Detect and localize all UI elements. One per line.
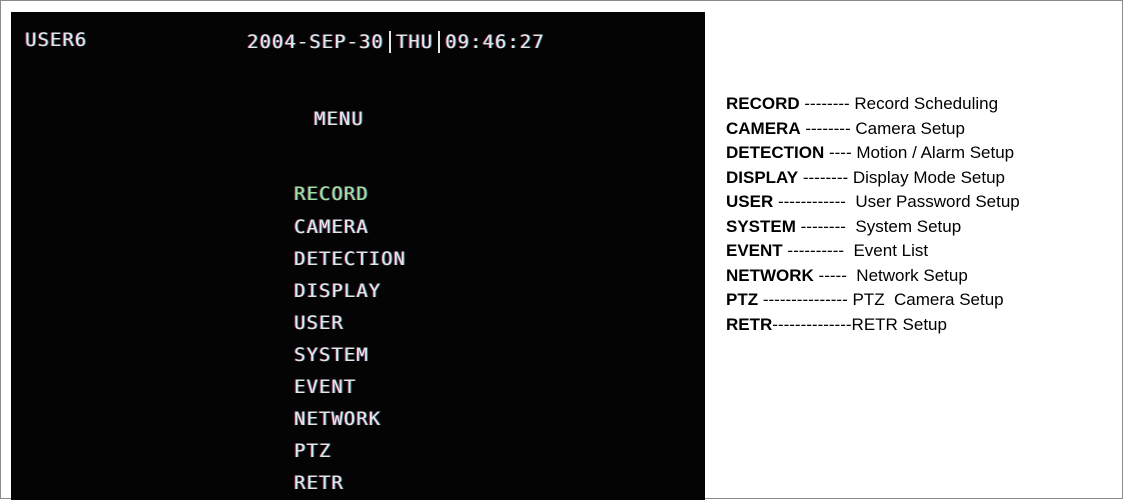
dvr-screen: USER6 2004-SEP-30 THU 09:46:27 MENU RECORD…: [11, 12, 705, 500]
menu-item-network[interactable]: NETWORK: [294, 403, 406, 435]
legend-item-camera: CAMERA -------- Camera Setup: [726, 117, 1020, 142]
menu-item-detection[interactable]: DETECTION: [294, 243, 406, 275]
menu-item-display[interactable]: DISPLAY: [294, 275, 406, 307]
figure-frame: USER6 2004-SEP-30 THU 09:46:27 MENU RECORD…: [0, 0, 1123, 500]
legend-item-detection: DETECTION ---- Motion / Alarm Setup: [726, 141, 1020, 166]
legend-description: ----- Network Setup: [813, 265, 968, 285]
legend-key: RETR: [726, 314, 773, 334]
legend-description: --------------RETR Setup: [772, 314, 947, 334]
legend-description: -------- System Setup: [795, 216, 962, 236]
legend-item-display: DISPLAY -------- Display Mode Setup: [726, 166, 1020, 191]
day-text: THU: [395, 31, 434, 53]
legend-item-user: USER ------------ User Password Setup: [726, 190, 1020, 215]
legend-description: --------------- PTZ Camera Setup: [758, 290, 1004, 309]
legend-key: DETECTION: [726, 143, 825, 162]
datetime-display: 2004-SEP-30 THU 09:46:27: [247, 31, 545, 53]
user-indicator: USER6: [25, 29, 88, 51]
legend-key: USER: [726, 192, 774, 211]
menu-item-retr[interactable]: RETR: [294, 467, 406, 499]
legend-key: PTZ: [726, 290, 759, 309]
legend-description: -------- Display Mode Setup: [798, 167, 1005, 187]
legend-description: -------- Record Scheduling: [799, 94, 999, 113]
legend-key: DISPLAY: [726, 167, 799, 187]
legend-key: SYSTEM: [726, 216, 796, 236]
legend-item-record: RECORD -------- Record Scheduling: [726, 92, 1020, 117]
menu-item-ptz[interactable]: PTZ: [294, 435, 406, 467]
legend-key: NETWORK: [726, 265, 814, 285]
legend-key: RECORD: [726, 94, 800, 113]
legend-key: EVENT: [726, 241, 783, 260]
legend-description: ------------ User Password Setup: [773, 192, 1020, 211]
divider: [438, 31, 441, 53]
menu-item-record[interactable]: RECORD: [294, 177, 406, 211]
legend-description: ---- Motion / Alarm Setup: [824, 143, 1015, 162]
legend-description: -------- Camera Setup: [800, 118, 965, 138]
menu-legend: RECORD -------- Record Scheduling CAMERA…: [726, 92, 1020, 337]
legend-item-event: EVENT ---------- Event List: [726, 239, 1020, 264]
menu-item-user[interactable]: USER: [294, 307, 406, 339]
legend-item-ptz: PTZ --------------- PTZ Camera Setup: [726, 288, 1020, 313]
time-text: 09:46:27: [445, 31, 545, 53]
divider: [388, 31, 391, 53]
legend-item-retr: RETR--------------RETR Setup: [726, 313, 1020, 338]
menu-item-event[interactable]: EVENT: [294, 371, 406, 403]
legend-item-system: SYSTEM -------- System Setup: [726, 215, 1020, 240]
main-menu: RECORD CAMERA DETECTION DISPLAY USER SYS…: [294, 177, 406, 499]
legend-description: ---------- Event List: [782, 241, 929, 260]
date-text: 2004-SEP-30: [247, 31, 384, 53]
legend-item-network: NETWORK ----- Network Setup: [726, 264, 1020, 289]
legend-key: CAMERA: [726, 118, 801, 138]
menu-title: MENU: [314, 108, 364, 130]
menu-item-system[interactable]: SYSTEM: [294, 339, 406, 371]
menu-item-camera[interactable]: CAMERA: [294, 211, 406, 243]
